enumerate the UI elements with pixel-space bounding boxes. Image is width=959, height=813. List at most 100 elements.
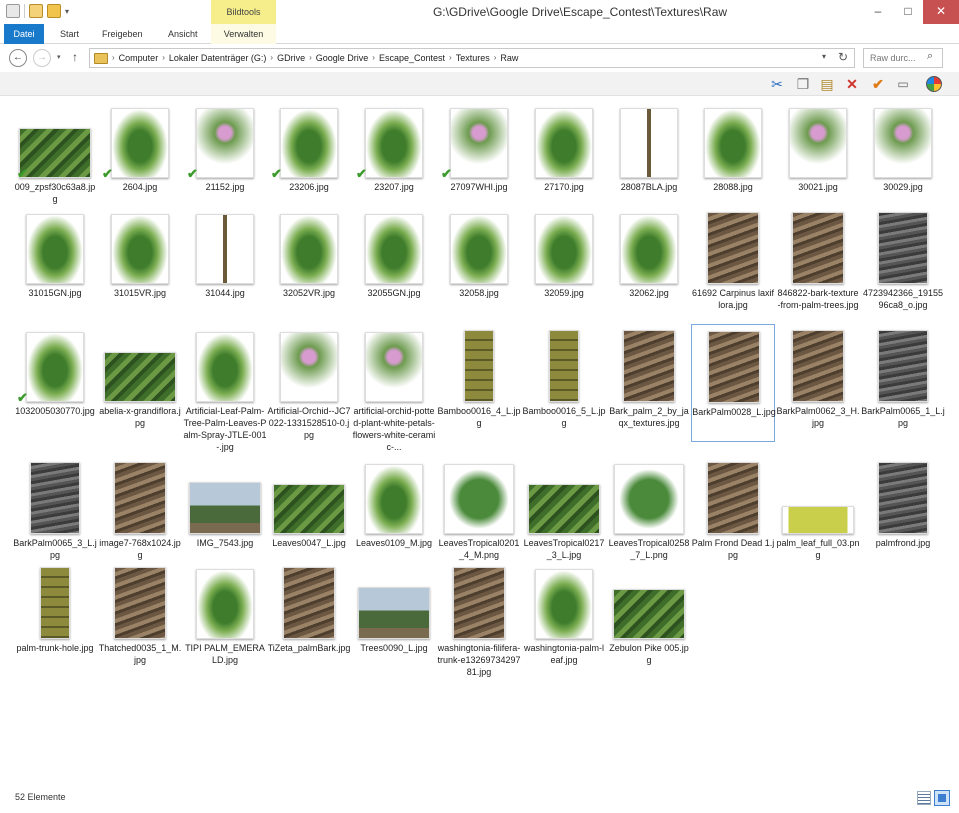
file-item[interactable]: 31015VR.jpg (98, 206, 182, 324)
breadcrumb-raw[interactable]: Raw (500, 49, 518, 67)
file-item[interactable]: ✔ 1032005030770.jpg (13, 324, 97, 442)
file-thumbnail (196, 214, 254, 284)
file-item[interactable]: 28088.jpg (691, 100, 775, 218)
breadcrumb-computer[interactable]: Computer (119, 49, 159, 67)
file-item[interactable]: 27170.jpg (522, 100, 606, 218)
file-item[interactable]: ✔ 23207.jpg (352, 100, 436, 218)
thumbnail-frame (352, 326, 436, 402)
file-item[interactable]: Leaves0109_M.jpg (352, 456, 436, 574)
file-item[interactable]: 4723942366_1915596ca8_o.jpg (861, 206, 945, 324)
file-item[interactable]: 32055GN.jpg (352, 206, 436, 324)
file-item[interactable]: abelia-x-grandiflora.jpg (98, 324, 182, 442)
file-item[interactable]: image7-768x1024.jpg (98, 456, 182, 574)
file-item[interactable]: Bamboo0016_5_L.jpg (522, 324, 606, 442)
file-item[interactable]: ✔ 21152.jpg (183, 100, 267, 218)
recent-locations-dropdown-icon[interactable]: ▾ (57, 53, 61, 61)
tab-freigeben[interactable]: Freigeben (94, 24, 151, 44)
file-item[interactable]: Zebulon Pike 005.jpg (607, 561, 691, 679)
address-history-dropdown-icon[interactable]: ▾ (822, 52, 826, 61)
properties-icon[interactable] (6, 4, 20, 18)
rename-icon[interactable]: ▭ (894, 75, 912, 93)
file-item[interactable]: Bamboo0016_4_L.jpg (437, 324, 521, 442)
file-item[interactable]: IMG_7543.jpg (183, 456, 267, 574)
paste-icon[interactable]: ▤ (818, 75, 836, 93)
breadcrumb-separator-icon[interactable]: › (309, 49, 312, 67)
breadcrumb-separator-icon[interactable]: › (494, 49, 497, 67)
tab-datei[interactable]: Datei (4, 24, 44, 44)
file-item[interactable]: TIPI PALM_EMERALD.jpg (183, 561, 267, 679)
up-button[interactable]: ↑ (72, 50, 78, 64)
file-item[interactable]: 32052VR.jpg (267, 206, 351, 324)
search-input[interactable]: Raw durc... ⌕ (863, 48, 943, 68)
file-item[interactable]: LeavesTropical0201_4_M.png (437, 456, 521, 574)
checkmark-icon[interactable]: ✔ (869, 75, 887, 93)
file-item[interactable]: BarkPalm0065_1_L.jpg (861, 324, 945, 442)
file-thumbnail (365, 332, 423, 402)
file-item[interactable]: BarkPalm0062_3_H.jpg (776, 324, 860, 442)
tab-ansicht[interactable]: Ansicht (160, 24, 206, 44)
breadcrumb-gdrive[interactable]: GDrive (277, 49, 305, 67)
file-item[interactable]: palmfrond.jpg (861, 456, 945, 574)
file-item[interactable]: 30021.jpg (776, 100, 860, 218)
file-item[interactable]: BarkPalm0065_3_L.jpg (13, 456, 97, 574)
thumbnail-frame (861, 326, 945, 402)
maximize-button[interactable]: □ (893, 0, 923, 24)
file-item[interactable]: Thatched0035_1_M.jpg (98, 561, 182, 679)
properties-page-icon[interactable] (29, 4, 43, 18)
customize-dropdown-icon[interactable]: ▾ (65, 7, 69, 16)
breadcrumb-separator-icon[interactable]: › (270, 49, 273, 67)
breadcrumb-separator-icon[interactable]: › (112, 49, 115, 67)
refresh-icon[interactable]: ↻ (838, 50, 848, 64)
tab-verwalten[interactable]: Verwalten (211, 24, 276, 44)
forward-button[interactable]: → (33, 49, 51, 67)
file-item[interactable]: palm-trunk-hole.jpg (13, 561, 97, 679)
breadcrumb-separator-icon[interactable]: › (162, 49, 165, 67)
file-item[interactable]: 30029.jpg (861, 100, 945, 218)
file-item[interactable]: 31044.jpg (183, 206, 267, 324)
cut-icon[interactable]: ✂ (768, 75, 786, 93)
file-item[interactable]: 28087BLA.jpg (607, 100, 691, 218)
delete-icon[interactable]: ✕ (843, 75, 861, 93)
back-button[interactable]: ← (9, 49, 27, 67)
close-button[interactable]: ✕ (923, 0, 959, 24)
color-wheel-icon[interactable] (926, 75, 944, 93)
minimize-button[interactable]: – (863, 0, 893, 24)
breadcrumb-google-drive[interactable]: Google Drive (316, 49, 369, 67)
breadcrumb-separator-icon[interactable]: › (449, 49, 452, 67)
file-item[interactable]: ✔ 27097WHI.jpg (437, 100, 521, 218)
file-item[interactable]: BarkPalm0028_L.jpg (691, 324, 776, 442)
file-item[interactable]: 32058.jpg (437, 206, 521, 324)
address-bar[interactable]: › Computer › Lokaler Datenträger (G:) › … (89, 48, 855, 68)
file-item[interactable]: artificial-orchid-potted-plant-white-pet… (352, 324, 436, 452)
file-item[interactable]: 32062.jpg (607, 206, 691, 324)
file-item[interactable]: 846822-bark-texture-from-palm-trees.jpg (776, 206, 860, 324)
file-item[interactable]: LeavesTropical0217_3_L.jpg (522, 456, 606, 574)
file-item[interactable]: washingtonia-palm-leaf.jpg (522, 561, 606, 679)
file-item[interactable]: TiZeta_palmBark.jpg (267, 561, 351, 679)
file-item[interactable]: Trees0090_L.jpg (352, 561, 436, 679)
file-item[interactable]: LeavesTropical0258_7_L.png (607, 456, 691, 574)
file-item[interactable]: washingtonia-filifera-trunk-e13269734297… (437, 561, 521, 679)
file-item[interactable]: ✔ 2604.jpg (98, 100, 182, 218)
file-item[interactable]: Artificial-Orchid--JC7022-1331528510-0.j… (267, 324, 351, 442)
file-item[interactable]: palm_leaf_full_03.png (776, 456, 860, 574)
new-folder-icon[interactable] (47, 4, 61, 18)
file-item[interactable]: ✔ 23206.jpg (267, 100, 351, 218)
file-item[interactable]: Bark_palm_2_by_jaqx_textures.jpg (607, 324, 691, 442)
file-item[interactable]: 32059.jpg (522, 206, 606, 324)
file-item[interactable]: Leaves0047_L.jpg (267, 456, 351, 574)
details-view-icon[interactable] (917, 791, 931, 805)
file-item[interactable]: Palm Frond Dead 1.jpg (691, 456, 775, 574)
copy-icon[interactable]: ❐ (794, 75, 812, 93)
file-item[interactable]: 61692 Carpinus laxiflora.jpg (691, 206, 775, 324)
file-item[interactable]: ✔ 009_zpsf30c63a8.jpg (13, 100, 97, 218)
breadcrumb-textures[interactable]: Textures (456, 49, 490, 67)
tab-start[interactable]: Start (52, 24, 87, 44)
breadcrumb-escape-contest[interactable]: Escape_Contest (379, 49, 445, 67)
file-item[interactable]: Artificial-Leaf-Palm-Tree-Palm-Leaves-Pa… (183, 324, 267, 452)
breadcrumb-drive[interactable]: Lokaler Datenträger (G:) (169, 49, 267, 67)
search-icon[interactable]: ⌕ (927, 50, 933, 63)
file-item[interactable]: 31015GN.jpg (13, 206, 97, 324)
large-icons-view-icon[interactable] (934, 790, 950, 806)
breadcrumb-separator-icon[interactable]: › (372, 49, 375, 67)
